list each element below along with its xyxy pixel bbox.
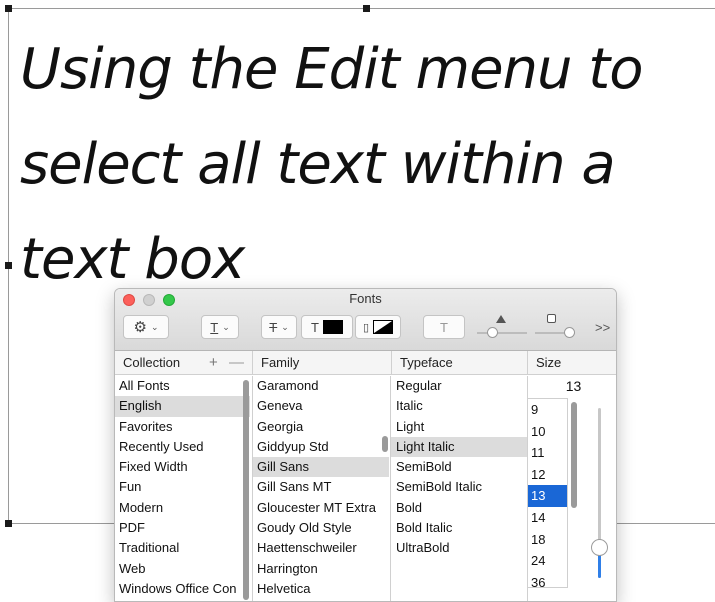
document-color-swatch — [373, 320, 394, 334]
text-color-button[interactable]: T — [301, 315, 353, 339]
family-item[interactable]: Garamond — [253, 376, 389, 396]
collection-item[interactable]: Modern — [115, 498, 250, 518]
size-column: 13 9 10 11 12 13 14 18 24 36 — [527, 376, 616, 601]
size-item[interactable]: 13 — [528, 485, 567, 507]
action-menu-button[interactable]: ⚙ ⌄ — [123, 315, 169, 339]
typeface-list[interactable]: Regular Italic Light Light Italic SemiBold Se… — [390, 376, 527, 601]
gear-icon: ⚙ — [133, 319, 147, 336]
fonts-titlebar[interactable]: Fonts ⚙ ⌄ T ⌄ T ⌄ T ▯ T >> — [115, 289, 616, 351]
collection-item[interactable]: Recently Used — [115, 437, 250, 457]
header-family: Family — [252, 351, 389, 375]
collection-item[interactable]: Fixed Width — [115, 457, 250, 477]
typeface-item[interactable]: Italic — [391, 396, 527, 416]
size-item[interactable]: 11 — [528, 442, 567, 464]
typeface-item[interactable]: Bold — [391, 498, 527, 518]
shadow-opacity-slider[interactable] — [477, 332, 527, 334]
resize-handle-top-left[interactable] — [5, 5, 12, 12]
collection-item[interactable]: Windows Office Con — [115, 579, 250, 599]
underline-icon: T — [210, 319, 219, 335]
family-item[interactable]: Gill Sans — [253, 457, 389, 478]
typeface-item[interactable]: UltraBold — [391, 538, 527, 558]
resize-handle-middle-left[interactable] — [5, 262, 12, 269]
header-collection-label: Collection — [123, 355, 181, 370]
family-list[interactable]: Garamond Geneva Georgia Giddyup Std Gill San… — [252, 376, 389, 601]
collection-item[interactable]: All Fonts — [115, 376, 250, 396]
add-collection-button[interactable]: + — [209, 351, 218, 375]
slide-text-line: select all text within a — [20, 132, 616, 197]
collection-item[interactable]: Favorites — [115, 417, 250, 437]
family-item[interactable]: Goudy Old Style — [253, 518, 389, 538]
family-scrollbar[interactable] — [382, 436, 388, 452]
size-item[interactable]: 12 — [528, 464, 567, 486]
shadow-icon: T — [440, 319, 448, 335]
typeface-item[interactable]: Bold Italic — [391, 518, 527, 538]
chevron-down-icon: ⌄ — [281, 321, 289, 332]
shadow-opacity-knob[interactable] — [487, 327, 498, 338]
chevron-down-icon: ⌄ — [150, 321, 159, 332]
column-headers: Collection + — Family Typeface Size — [115, 351, 616, 375]
collection-scrollbar[interactable] — [243, 380, 249, 600]
collection-item[interactable]: Web — [115, 559, 250, 579]
typeface-item[interactable]: SemiBold — [391, 457, 527, 477]
collection-item[interactable]: PDF — [115, 518, 250, 538]
slide-text-box[interactable]: Using the Edit menu to select all text w… — [20, 22, 710, 307]
size-slider-knob[interactable] — [591, 539, 608, 556]
size-item[interactable]: 9 — [528, 399, 567, 421]
size-list[interactable]: 9 10 11 12 13 14 18 24 36 — [528, 398, 568, 590]
typeface-item[interactable]: Regular — [391, 376, 527, 396]
text-color-swatch — [322, 320, 343, 334]
fonts-panel: Fonts ⚙⌄ T⌄ T⌄ T ▯ T >> Collection + — [114, 288, 617, 602]
family-item[interactable]: Harrington — [253, 559, 389, 579]
slide-text-line: Using the Edit menu to — [20, 37, 644, 102]
resize-handle-bottom-left[interactable] — [5, 520, 12, 527]
family-item[interactable]: Geneva — [253, 396, 389, 416]
document-icon: ▯ — [362, 321, 370, 334]
family-item[interactable]: Giddyup Std — [253, 437, 389, 457]
shadow-blur-knob[interactable] — [564, 327, 575, 338]
collection-list[interactable]: All Fonts English Favorites Recently Used Fi… — [115, 376, 250, 601]
typeface-item[interactable]: SemiBold Italic — [391, 477, 527, 497]
textbox-border-top — [8, 8, 715, 9]
textbox-border-bottom — [616, 523, 715, 524]
size-item[interactable]: 24 — [528, 550, 567, 572]
strikethrough-menu-button[interactable]: T ⌄ — [261, 315, 297, 339]
textbox-border-bottom — [8, 523, 118, 524]
typeface-item[interactable]: Light Italic — [391, 436, 527, 458]
family-item[interactable]: Helvetica — [253, 579, 389, 599]
family-item[interactable]: Haettenschweiler — [253, 538, 389, 558]
family-item[interactable]: Gloucester MT Extra — [253, 498, 389, 518]
family-item[interactable]: Georgia — [253, 417, 389, 437]
collection-item[interactable]: Traditional — [115, 538, 250, 558]
text-shadow-button[interactable]: T — [423, 315, 465, 339]
window-title: Fonts — [349, 291, 382, 306]
collection-item[interactable]: English — [115, 396, 250, 417]
strikethrough-icon: T — [269, 319, 278, 335]
header-size: Size — [527, 351, 616, 375]
size-item[interactable]: 10 — [528, 421, 567, 443]
family-item[interactable]: Gill Sans MT — [253, 477, 389, 497]
size-item[interactable]: 14 — [528, 507, 567, 529]
shadow-blur-icon — [547, 314, 556, 323]
header-typeface: Typeface — [391, 351, 526, 375]
typeface-item[interactable]: Light — [391, 417, 527, 437]
underline-menu-button[interactable]: T ⌄ — [201, 315, 239, 339]
size-item[interactable]: 18 — [528, 529, 567, 551]
remove-collection-button[interactable]: — — [229, 351, 244, 375]
chevron-down-icon: ⌄ — [222, 321, 230, 332]
shadow-opacity-icon — [496, 315, 506, 323]
size-input[interactable]: 13 — [528, 376, 616, 396]
collection-item[interactable]: Fun — [115, 477, 250, 497]
resize-handle-top-middle[interactable] — [363, 5, 370, 12]
size-item[interactable]: 36 — [528, 572, 567, 594]
document-color-button[interactable]: ▯ — [355, 315, 401, 339]
text-color-icon: T — [311, 319, 319, 335]
overflow-chevron-icon[interactable]: >> — [595, 320, 610, 335]
size-scrollbar[interactable] — [571, 402, 577, 508]
